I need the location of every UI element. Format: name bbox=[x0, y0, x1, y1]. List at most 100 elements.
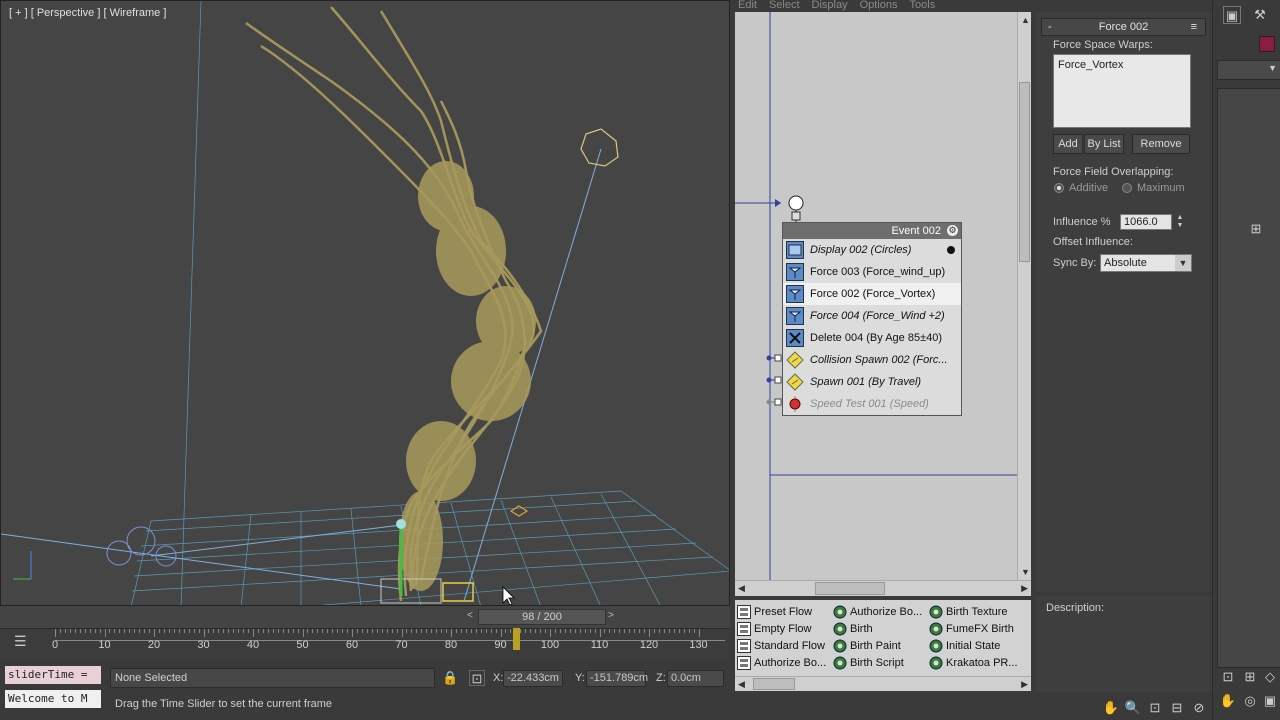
menu-display[interactable]: Display bbox=[812, 0, 848, 11]
depot-item[interactable]: Birth bbox=[833, 620, 873, 637]
force-space-warps-list[interactable]: Force_Vortex bbox=[1053, 54, 1191, 128]
ruler-minor-tick bbox=[356, 629, 358, 633]
zoom-all-icon[interactable]: ⊞ bbox=[1241, 668, 1259, 686]
menu-edit[interactable]: Edit bbox=[738, 0, 757, 11]
depot-item[interactable]: Birth Texture bbox=[929, 603, 1008, 620]
remove-button[interactable]: Remove bbox=[1132, 134, 1190, 154]
sync-by-dropdown[interactable]: Absolute ▼ bbox=[1100, 254, 1192, 272]
absolute-mode-icon[interactable]: ⊡ bbox=[469, 670, 485, 686]
track-ruler: 0 10 20 30 40 50 60 70 80 90 100 110 120 130 bbox=[52, 629, 725, 651]
operator-row[interactable]: Speed Test 001 (Speed) bbox=[783, 393, 961, 415]
ruler-minor-tick bbox=[475, 629, 477, 633]
influence-spinner[interactable]: ▲ ▼ bbox=[1174, 214, 1186, 230]
operator-row[interactable]: Collision Spawn 002 (Forc... bbox=[783, 349, 961, 371]
utilities-hammer-icon[interactable]: ⚒ bbox=[1251, 6, 1269, 24]
depot-hscrollbar[interactable]: ◀ ▶ bbox=[735, 676, 1031, 691]
display-color-dot[interactable] bbox=[947, 246, 955, 254]
no-zoom-icon[interactable]: ⊘ bbox=[1190, 699, 1208, 717]
pan-view-icon[interactable]: ✋ bbox=[1219, 692, 1237, 710]
modifier-stack-icon[interactable]: ⊞ bbox=[1247, 220, 1265, 238]
birth-icon bbox=[833, 605, 847, 619]
event-002-node[interactable]: Event 002 ⚙ Display 002 (Circles) Force 0… bbox=[782, 222, 962, 416]
operator-row[interactable]: Force 003 (Force_wind_up) bbox=[783, 261, 961, 283]
zoom-region-icon[interactable]: ⊡ bbox=[1146, 699, 1164, 717]
display-panel-icon[interactable]: ▣ bbox=[1223, 6, 1241, 24]
maximum-radio[interactable]: Maximum bbox=[1122, 182, 1185, 194]
y-coord-field[interactable]: -151.789cm bbox=[586, 670, 648, 687]
command-panel-list[interactable] bbox=[1217, 88, 1280, 668]
operator-row[interactable]: Force 002 (Force_Vortex) bbox=[783, 283, 961, 305]
depot-item[interactable]: Empty Flow bbox=[737, 620, 811, 637]
depot-item[interactable]: Authorize Bo... bbox=[737, 654, 826, 671]
time-next-button[interactable]: > bbox=[608, 610, 614, 621]
depot-item[interactable]: Authorize Bo... bbox=[833, 603, 922, 620]
time-prev-button[interactable]: < bbox=[467, 610, 473, 621]
event-options-icon[interactable]: ⚙ bbox=[947, 225, 958, 236]
event-title[interactable]: Event 002 bbox=[783, 223, 961, 239]
vscroll-thumb[interactable] bbox=[1019, 82, 1030, 262]
ruler-minor-tick bbox=[69, 629, 71, 633]
trackbar[interactable]: ☰ 0 10 20 30 40 50 60 70 80 90 100 110 120 130 bbox=[0, 628, 730, 658]
depot-item[interactable]: Standard Flow bbox=[737, 637, 825, 654]
ruler-minor-tick bbox=[530, 629, 532, 633]
current-frame-marker[interactable] bbox=[513, 628, 520, 650]
additive-radio[interactable]: Additive bbox=[1054, 182, 1108, 194]
depot-item[interactable]: Preset Flow bbox=[737, 603, 812, 620]
depot-item[interactable]: Krakatoa PR... bbox=[929, 654, 1018, 671]
force-rollout-header[interactable]: - Force 002 ≡ bbox=[1041, 18, 1206, 36]
z-coord-field[interactable]: 0.0cm bbox=[667, 670, 724, 687]
depot-item-label: Initial State bbox=[946, 639, 1001, 652]
operator-row[interactable]: Delete 004 (By Age 85±40) bbox=[783, 327, 961, 349]
operator-row[interactable]: Display 002 (Circles) bbox=[783, 239, 961, 261]
rollout-menu-icon[interactable]: ≡ bbox=[1191, 19, 1197, 35]
time-slider-bar[interactable]: < 98 / 200 > bbox=[0, 606, 730, 628]
viewport-label[interactable]: [ + ] [ Perspective ] [ Wireframe ] bbox=[9, 7, 166, 19]
operator-row[interactable]: Force 004 (Force_Wind +2) bbox=[783, 305, 961, 327]
zoom-extents-icon[interactable]: ⊡ bbox=[1219, 668, 1237, 686]
parameters-panel: - Force 002 ≡ Force Space Warps: Force_V… bbox=[1036, 12, 1212, 592]
object-color-swatch[interactable] bbox=[1259, 36, 1275, 52]
menu-options[interactable]: Options bbox=[860, 0, 898, 11]
perspective-viewport[interactable]: [ + ] [ Perspective ] [ Wireframe ] bbox=[0, 0, 730, 606]
x-coord-field[interactable]: -22.433cm bbox=[503, 670, 563, 687]
maximize-viewport-icon[interactable]: ▣ bbox=[1261, 692, 1279, 710]
depot-item[interactable]: FumeFX Birth bbox=[929, 620, 1014, 637]
trackbar-toggle-icon[interactable]: ☰ bbox=[14, 633, 36, 651]
by-list-button[interactable]: By List bbox=[1084, 134, 1124, 154]
depot-item[interactable]: Initial State bbox=[929, 637, 1000, 654]
add-button[interactable]: Add bbox=[1053, 134, 1083, 154]
maxscript-listener-input[interactable]: sliderTime = bbox=[5, 666, 101, 684]
ruler-minor-tick bbox=[554, 629, 556, 633]
depot-item[interactable]: Birth Script bbox=[833, 654, 904, 671]
pan-icon[interactable]: ✋ bbox=[1102, 699, 1120, 717]
orbit-icon[interactable]: ◎ bbox=[1241, 692, 1259, 710]
ruler-tick-label: 50 bbox=[296, 639, 309, 651]
rollout-collapse-icon[interactable]: - bbox=[1048, 19, 1052, 35]
ruler-minor-tick bbox=[431, 629, 433, 633]
menu-tools[interactable]: Tools bbox=[910, 0, 936, 11]
lock-selection-icon[interactable]: 🔒 bbox=[442, 670, 458, 686]
operator-row[interactable]: Spawn 001 (By Travel) bbox=[783, 371, 961, 393]
zoom-extents-pv-icon[interactable]: ⊟ bbox=[1168, 699, 1186, 717]
fsw-list-item[interactable]: Force_Vortex bbox=[1058, 59, 1186, 71]
ruler-minor-tick bbox=[624, 629, 626, 633]
field-of-view-icon[interactable]: ◇ bbox=[1261, 668, 1279, 686]
ruler-minor-tick bbox=[218, 629, 220, 633]
ruler-minor-tick bbox=[79, 629, 81, 633]
depot-hscroll-thumb[interactable] bbox=[753, 678, 795, 690]
ruler-minor-tick bbox=[421, 629, 423, 633]
time-slider-handle[interactable]: 98 / 200 bbox=[478, 609, 606, 625]
command-panel-dropdown[interactable]: ▼ bbox=[1217, 60, 1280, 80]
ruler-minor-tick bbox=[609, 629, 611, 633]
depot-item[interactable]: Birth Paint bbox=[833, 637, 901, 654]
zoom-icon[interactable]: 🔍 bbox=[1124, 699, 1142, 717]
particle-view-hscrollbar[interactable]: ◀ ▶ bbox=[735, 580, 1031, 596]
hscroll-thumb[interactable] bbox=[815, 582, 885, 595]
influence-input[interactable]: 1066.0 bbox=[1120, 214, 1172, 230]
ruler-minor-tick bbox=[109, 629, 111, 633]
ruler-minor-tick bbox=[465, 629, 467, 633]
maxscript-output-line[interactable]: Welcome to M bbox=[5, 690, 101, 708]
menu-select[interactable]: Select bbox=[769, 0, 800, 11]
particle-view-vscrollbar[interactable]: ▲ ▼ bbox=[1017, 12, 1031, 580]
ruler-minor-tick bbox=[257, 629, 259, 633]
